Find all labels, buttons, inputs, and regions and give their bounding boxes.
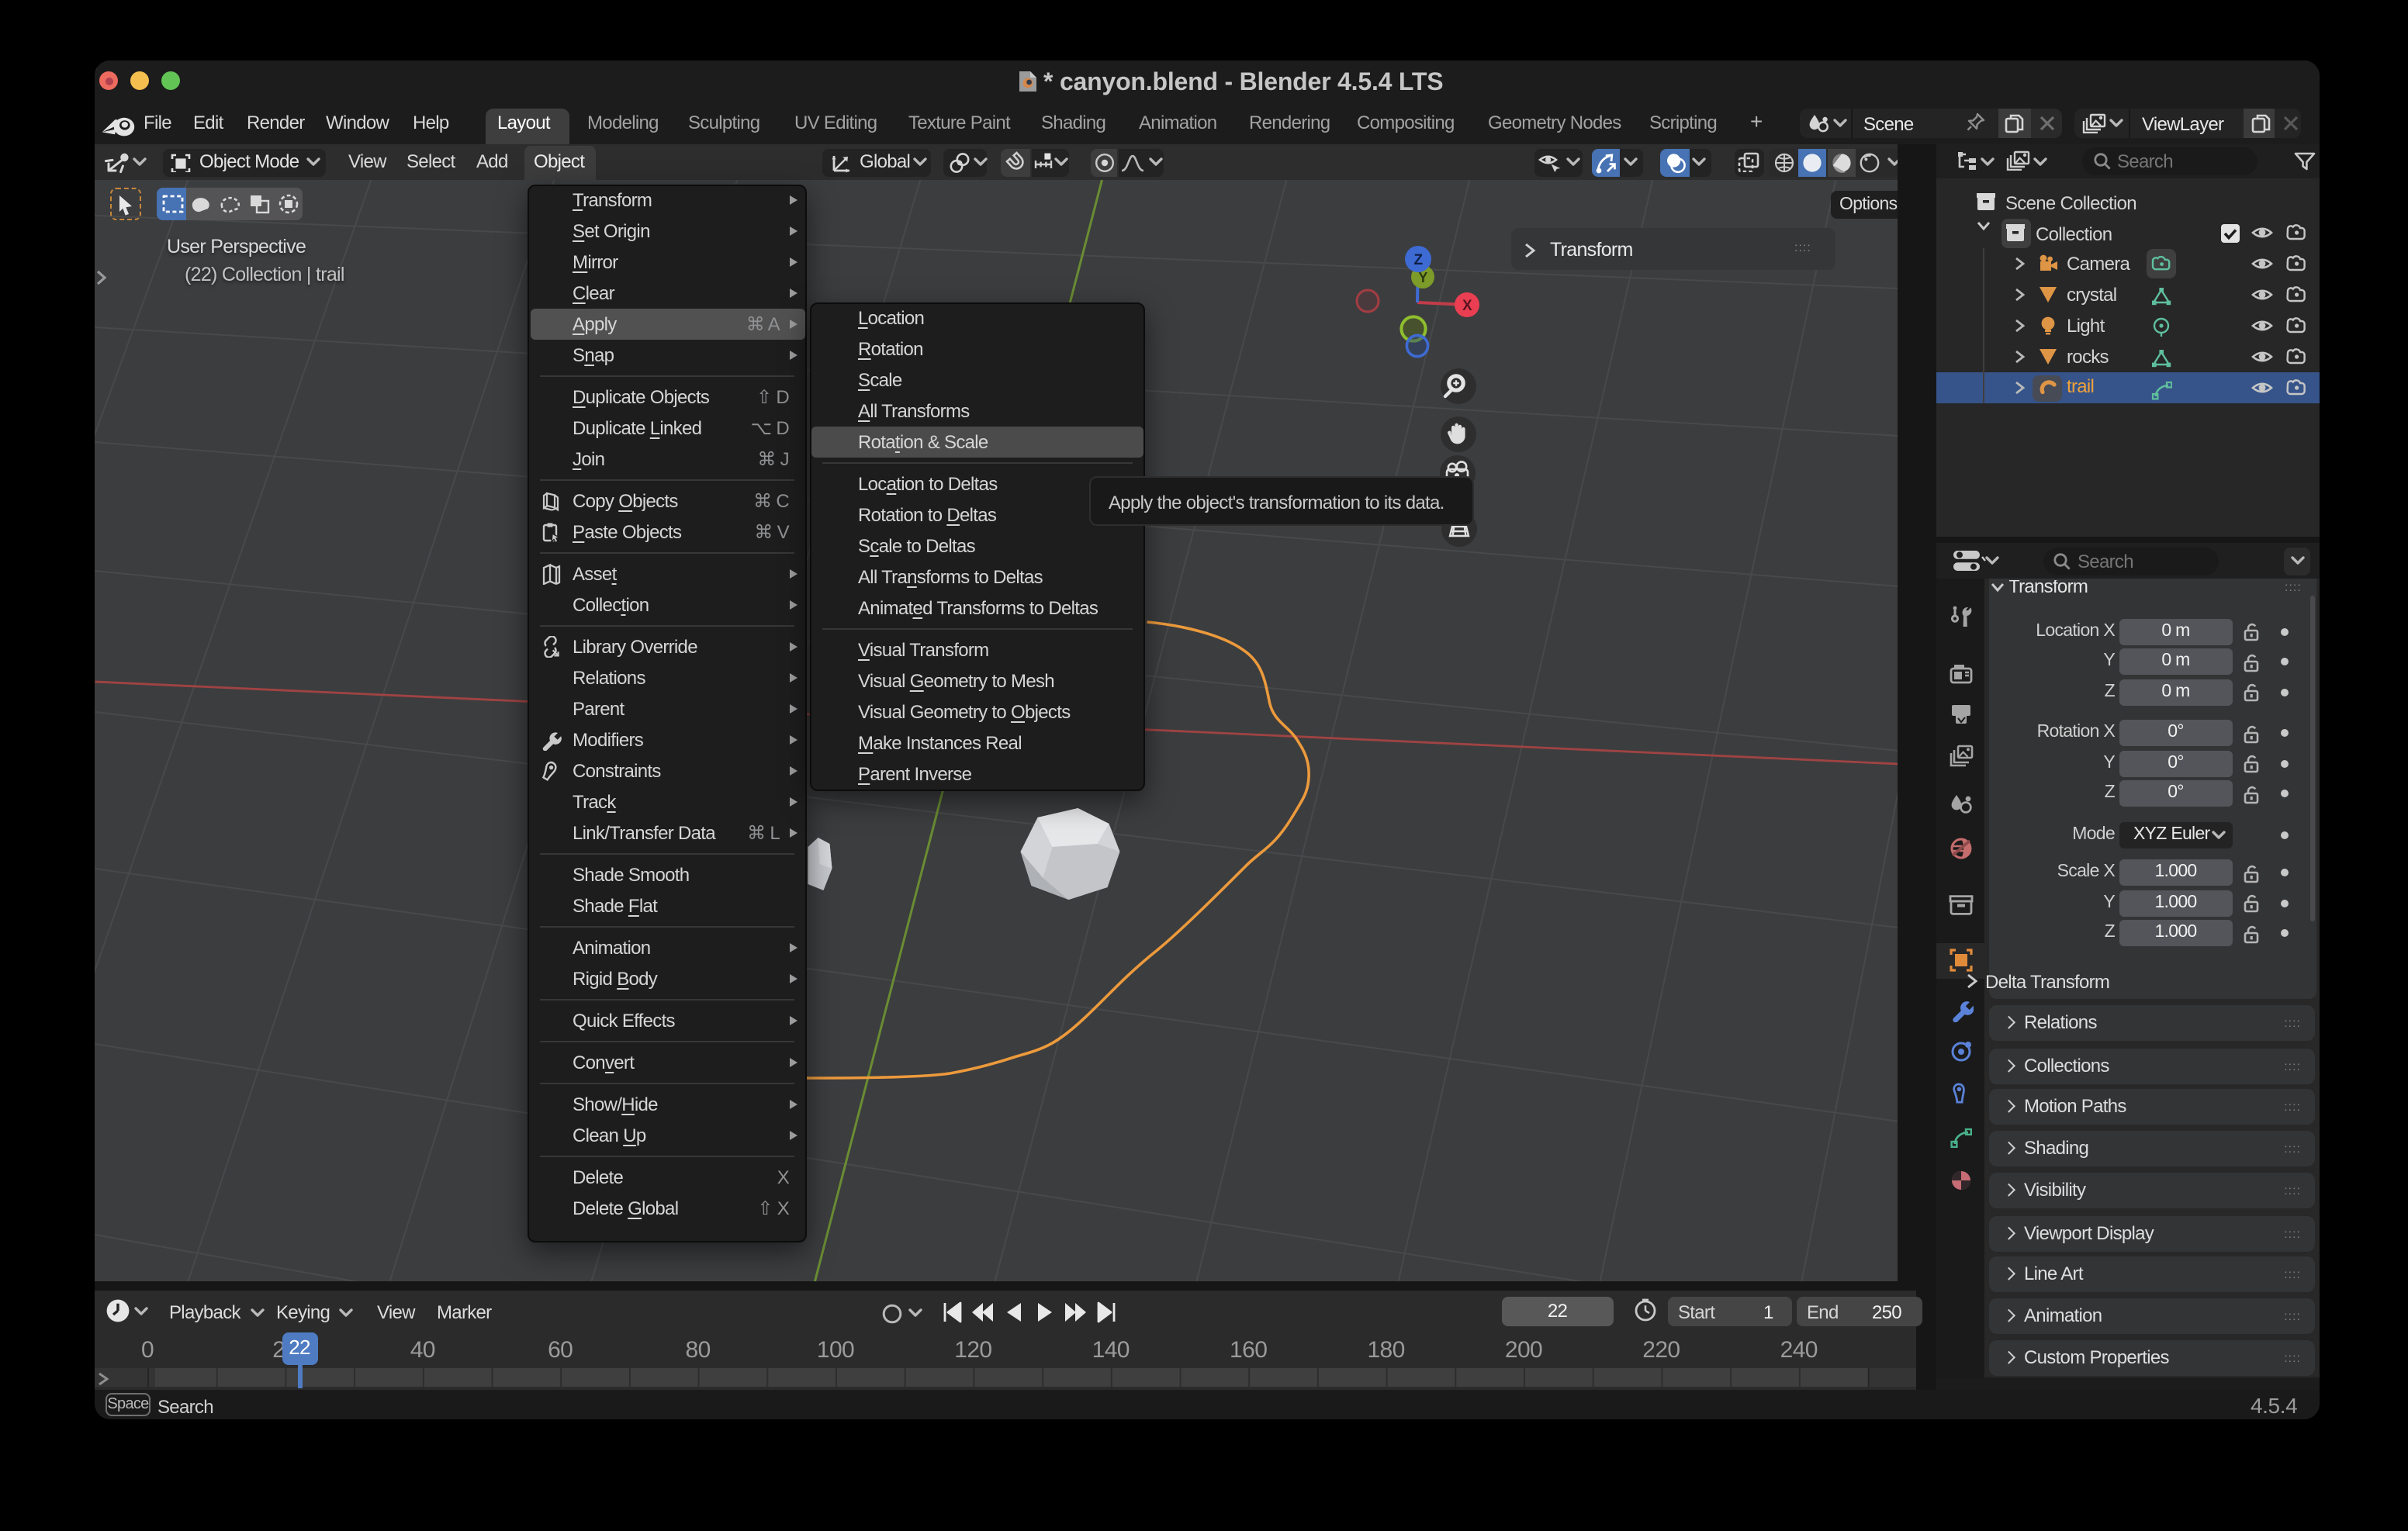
svg-text:Z: Z bbox=[1413, 251, 1423, 268]
svg-text:X: X bbox=[1462, 297, 1472, 313]
svg-text:Y: Y bbox=[1417, 269, 1427, 285]
